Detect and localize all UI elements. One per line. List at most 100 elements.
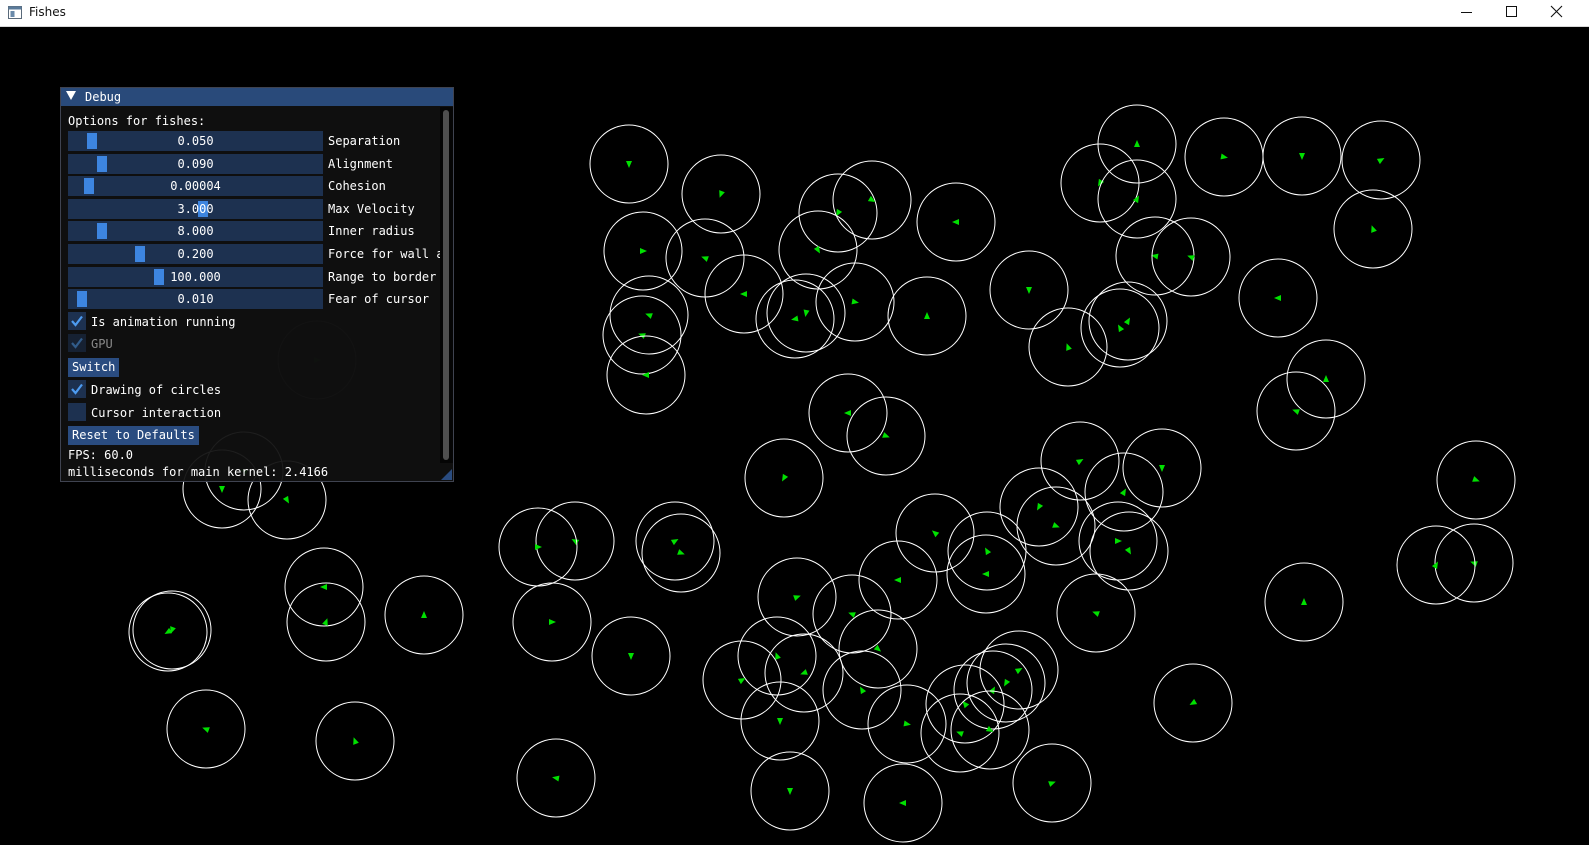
fish-icon bbox=[677, 549, 685, 555]
slider-value: 3.000 bbox=[177, 202, 214, 216]
wall-force-slider[interactable]: 0.200 bbox=[68, 244, 323, 264]
fish-icon bbox=[813, 245, 820, 254]
max-velocity-slider[interactable]: 3.000 bbox=[68, 199, 323, 219]
fps-text: FPS: 60.0 bbox=[68, 448, 134, 462]
fish-icon bbox=[988, 686, 995, 695]
fish-icon bbox=[787, 788, 793, 795]
fish-icon bbox=[626, 161, 632, 168]
cursor-interaction-checkbox[interactable] bbox=[68, 403, 86, 421]
debug-window: Debug Options for fishes: 0.050 Separati… bbox=[60, 87, 454, 482]
max-velocity-label: Max Velocity bbox=[328, 202, 415, 216]
maximize-button[interactable] bbox=[1490, 0, 1534, 26]
slider-value: 0.010 bbox=[177, 292, 214, 306]
fish-icon bbox=[882, 432, 890, 438]
fish-icon bbox=[777, 718, 783, 725]
minimize-icon bbox=[1461, 12, 1472, 13]
inner-radius-label: Inner radius bbox=[328, 224, 415, 238]
fish-icon bbox=[642, 372, 649, 378]
fish-icon bbox=[844, 410, 851, 416]
alignment-slider[interactable]: 0.090 bbox=[68, 154, 323, 174]
fish-icon bbox=[670, 539, 679, 546]
fish-icon bbox=[628, 653, 634, 660]
fish-icon bbox=[320, 584, 327, 590]
cursor-fear-slider[interactable]: 0.010 bbox=[68, 289, 323, 309]
fish-icon bbox=[1066, 343, 1072, 351]
fish-icon bbox=[931, 530, 940, 538]
gpu-checkbox bbox=[68, 334, 86, 352]
fish-icon bbox=[793, 595, 801, 601]
kernel-time-text: milliseconds for main kernel: 2.4166 bbox=[68, 465, 329, 479]
alignment-label: Alignment bbox=[328, 157, 394, 171]
scrollbar[interactable] bbox=[440, 107, 453, 463]
fish-icon bbox=[719, 190, 725, 198]
fish-icon bbox=[421, 611, 427, 618]
border-range-slider[interactable]: 100.000 bbox=[68, 267, 323, 287]
cohesion-slider[interactable]: 0.00004 bbox=[68, 176, 323, 196]
fish-icon bbox=[322, 618, 328, 626]
minimize-button[interactable] bbox=[1444, 0, 1488, 26]
fish-icon bbox=[1299, 153, 1305, 160]
fish-icon bbox=[1301, 598, 1307, 605]
fish-icon bbox=[549, 619, 556, 625]
fish-icon bbox=[1004, 678, 1011, 687]
cursor-interaction-label: Cursor interaction bbox=[91, 406, 222, 420]
fish-icon bbox=[1292, 409, 1300, 415]
circles-checkbox[interactable] bbox=[68, 380, 86, 398]
fish-icon bbox=[1075, 459, 1084, 466]
fish-icon bbox=[1274, 295, 1281, 301]
options-label: Options for fishes: bbox=[68, 114, 206, 128]
fish-icon bbox=[535, 544, 542, 550]
fish-icon bbox=[219, 486, 225, 493]
collapse-arrow-icon[interactable] bbox=[66, 91, 76, 100]
separation-slider[interactable]: 0.050 bbox=[68, 131, 323, 151]
fish-icon bbox=[1037, 502, 1044, 511]
fish-icon bbox=[952, 219, 959, 225]
circles-label: Drawing of circles bbox=[91, 383, 222, 397]
fish-icon bbox=[1124, 546, 1131, 555]
fish-icon bbox=[640, 248, 647, 254]
fish-icon bbox=[1118, 324, 1125, 333]
debug-window-header[interactable]: Debug bbox=[61, 88, 453, 106]
close-icon bbox=[1550, 5, 1563, 18]
fish-icon bbox=[1470, 561, 1478, 567]
fish-icon bbox=[1431, 561, 1438, 570]
wall-force-label: Force for wall a bbox=[328, 247, 444, 261]
switch-button[interactable]: Switch bbox=[68, 358, 120, 377]
fish-icon bbox=[1052, 522, 1060, 528]
fish-icon bbox=[202, 727, 210, 733]
fish-icon bbox=[956, 731, 964, 737]
fish-icon bbox=[924, 312, 930, 319]
fish-icon bbox=[782, 473, 789, 482]
animation-checkbox[interactable] bbox=[68, 312, 86, 330]
maximize-icon bbox=[1506, 6, 1517, 17]
fish-icon bbox=[1371, 225, 1377, 233]
checkmark-icon bbox=[71, 315, 83, 327]
scrollbar-grab[interactable] bbox=[443, 110, 449, 460]
fish-icon bbox=[1014, 668, 1023, 675]
window-title: Fishes bbox=[29, 5, 66, 19]
fish-icon bbox=[1026, 287, 1032, 294]
cohesion-label: Cohesion bbox=[328, 179, 386, 193]
close-button[interactable] bbox=[1535, 0, 1579, 26]
fish-icon bbox=[282, 495, 289, 504]
slider-value: 0.050 bbox=[177, 134, 214, 148]
reset-defaults-button[interactable]: Reset to Defaults bbox=[68, 426, 199, 445]
separation-label: Separation bbox=[328, 134, 401, 148]
fish-icon bbox=[1323, 375, 1329, 382]
app-icon bbox=[8, 6, 22, 19]
checkmark-icon bbox=[71, 383, 83, 395]
fish-icon bbox=[860, 686, 867, 695]
fish-icon bbox=[851, 298, 859, 305]
inner-radius-slider[interactable]: 8.000 bbox=[68, 221, 323, 241]
fish-icon bbox=[1048, 781, 1056, 787]
fish-icon bbox=[1092, 611, 1100, 617]
checkmark-icon bbox=[71, 337, 83, 349]
fish-icon bbox=[1189, 698, 1198, 705]
fish-icon bbox=[740, 291, 747, 297]
resize-grip[interactable] bbox=[441, 469, 452, 480]
fish-icon bbox=[903, 720, 911, 727]
fish-icon bbox=[791, 315, 799, 322]
title-bar: Fishes bbox=[0, 0, 1589, 27]
fish-icon bbox=[1376, 158, 1385, 165]
fish-icon bbox=[803, 309, 810, 317]
